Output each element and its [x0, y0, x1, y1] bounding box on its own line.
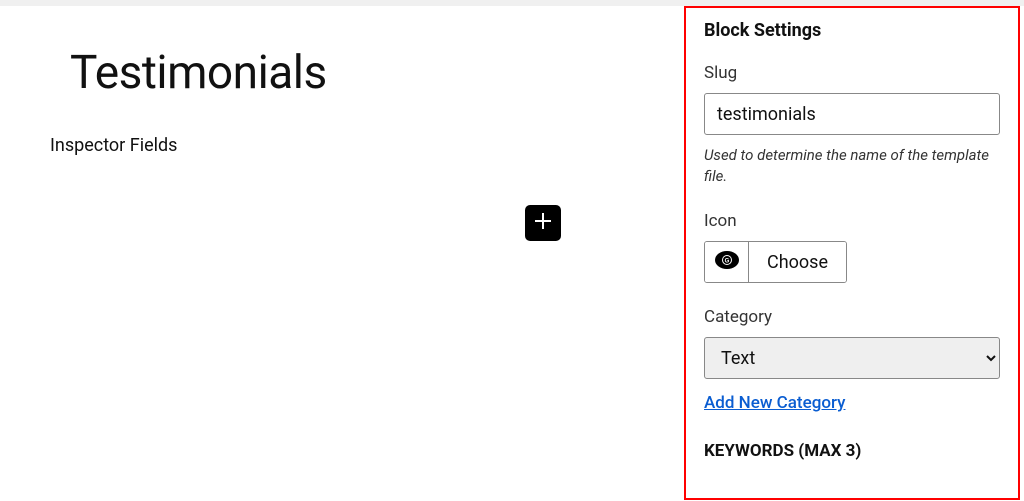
main-content: Testimonials Inspector Fields	[0, 6, 680, 246]
page-title: Testimonials	[70, 46, 630, 100]
category-label: Category	[704, 307, 1000, 327]
slug-input[interactable]	[704, 93, 1000, 135]
keywords-heading: KEYWORDS (MAX 3)	[704, 441, 1000, 461]
add-block-button[interactable]	[525, 205, 561, 241]
block-settings-sidebar: Block Settings Slug Used to determine th…	[684, 6, 1020, 500]
icon-preview: G	[705, 242, 749, 282]
category-select[interactable]: Text	[704, 337, 1000, 379]
genesis-icon: G	[714, 247, 740, 277]
slug-description: Used to determine the name of the templa…	[704, 145, 1000, 187]
add-category-link[interactable]: Add New Category	[704, 393, 845, 413]
slug-label: Slug	[704, 63, 1000, 83]
svg-text:G: G	[724, 259, 729, 265]
plus-icon	[533, 211, 553, 236]
icon-choose-button[interactable]: Choose	[749, 242, 846, 282]
inspector-fields-label: Inspector Fields	[50, 135, 630, 156]
icon-field-group: Icon G Choose	[704, 211, 1000, 283]
slug-field-group: Slug Used to determine the name of the t…	[704, 63, 1000, 187]
icon-picker[interactable]: G Choose	[704, 241, 847, 283]
icon-label: Icon	[704, 211, 1000, 231]
category-field-group: Category Text Add New Category	[704, 307, 1000, 413]
sidebar-title: Block Settings	[704, 20, 1000, 41]
